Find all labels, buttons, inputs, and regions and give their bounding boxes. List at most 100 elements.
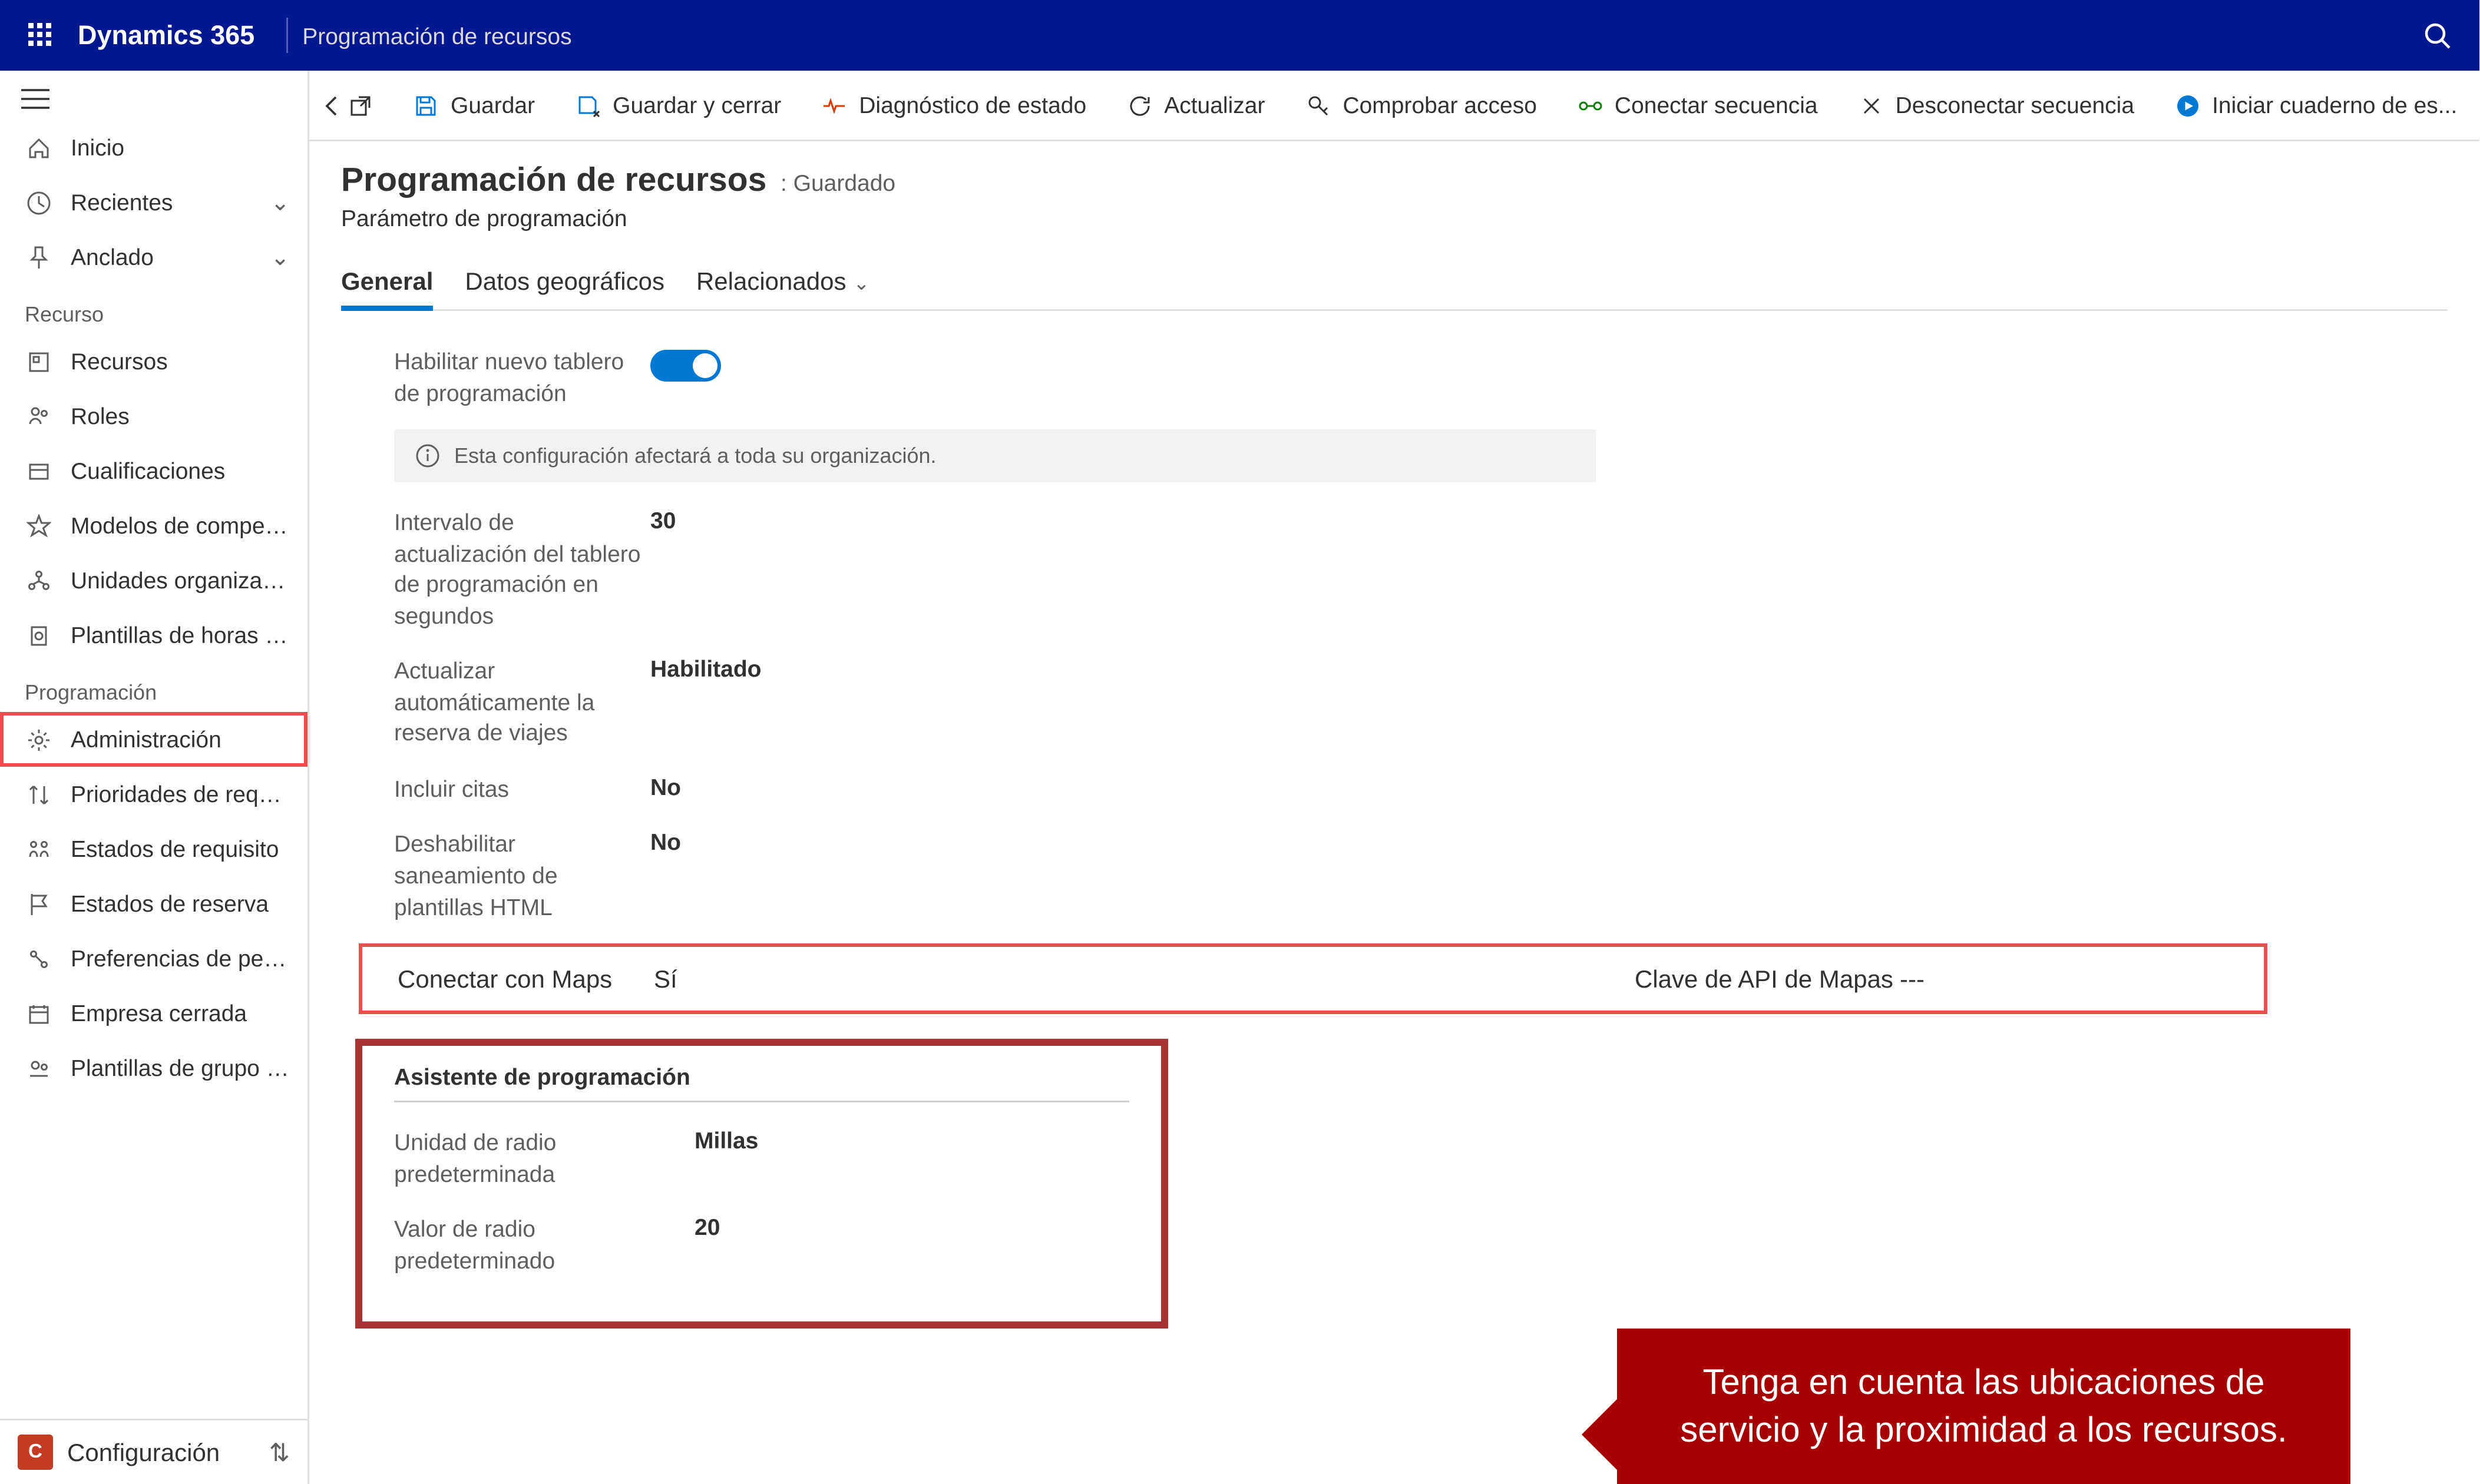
tab-bar: General Datos geográficos Relacionados ⌄ xyxy=(341,256,2448,311)
sidebar-footer[interactable]: C Configuración ⇅ xyxy=(0,1419,307,1484)
connect-maps-value[interactable]: Sí xyxy=(654,965,677,993)
nav-recent[interactable]: Recientes ⌄ xyxy=(0,175,307,230)
refresh-button[interactable]: Actualizar xyxy=(1107,77,1282,134)
nav-estados-reserva[interactable]: Estados de reserva xyxy=(0,876,307,931)
divider xyxy=(394,1101,1129,1102)
nav-label: Plantillas de grupo d... xyxy=(71,1055,290,1081)
page-status: : Guardado xyxy=(781,170,895,196)
tab-label: General xyxy=(341,267,433,295)
nav-home[interactable]: Inicio xyxy=(0,120,307,175)
field-disable-sanitize: Deshabilitar saneamiento de plantillas H… xyxy=(394,826,2448,922)
back-button[interactable] xyxy=(320,77,345,134)
tab-related[interactable]: Relacionados ⌄ xyxy=(696,256,869,309)
global-search-button[interactable] xyxy=(2423,21,2452,49)
nav-unidades[interactable]: Unidades organizativ... xyxy=(0,553,307,608)
nav-estados-requisito[interactable]: Estados de requisito xyxy=(0,822,307,876)
area-label: Configuración xyxy=(67,1438,220,1466)
open-new-window-button[interactable] xyxy=(348,77,373,134)
preferences-icon xyxy=(25,945,53,973)
connect-icon xyxy=(1576,91,1604,120)
cmd-label: Iniciar cuaderno de es... xyxy=(2212,92,2457,118)
nav-pinned[interactable]: Anclado ⌄ xyxy=(0,230,307,284)
nav-label: Prioridades de requi... xyxy=(71,781,290,807)
hamburger-icon xyxy=(21,88,49,110)
sidebar-toggle-button[interactable] xyxy=(0,78,307,120)
annotation-callout: Tenga en cuenta las ubicaciones de servi… xyxy=(1617,1329,2350,1484)
enable-new-board-toggle[interactable] xyxy=(650,350,721,382)
tab-geo[interactable]: Datos geográficos xyxy=(465,256,664,309)
nav-label: Empresa cerrada xyxy=(71,1000,290,1026)
resource-icon xyxy=(25,347,53,376)
info-banner: Esta configuración afectará a toda su or… xyxy=(394,429,1596,482)
gear-icon xyxy=(25,726,53,754)
info-text: Esta configuración afectará a toda su or… xyxy=(454,443,937,468)
group-template-icon xyxy=(25,1054,53,1082)
save-button[interactable]: Guardar xyxy=(394,77,553,134)
tab-label: Datos geográficos xyxy=(465,267,664,295)
nav-prioridades[interactable]: Prioridades de requi... xyxy=(0,767,307,822)
field-value[interactable]: Habilitado xyxy=(650,652,762,683)
section-title: Asistente de programación xyxy=(394,1064,1129,1090)
nav-home-label: Inicio xyxy=(71,134,290,161)
nav-label: Modelos de compet... xyxy=(71,512,290,539)
field-radius-value: Valor de radio predeterminado 20 xyxy=(394,1211,1129,1276)
maps-api-key-value[interactable]: --- xyxy=(1900,965,1925,993)
nav-empresa-cerrada[interactable]: Empresa cerrada xyxy=(0,986,307,1041)
nav-label: Roles xyxy=(71,403,290,429)
skill-icon xyxy=(25,457,53,485)
maps-highlight-box: Conectar con Maps Sí Clave de API de Map… xyxy=(359,943,2267,1014)
disconnect-sequence-button[interactable]: Desconectar secuencia xyxy=(1839,77,2152,134)
group-recurso: Recurso xyxy=(0,284,307,334)
home-icon xyxy=(25,134,53,162)
nav-plantillas-grupo[interactable]: Plantillas de grupo d... xyxy=(0,1041,307,1095)
star-icon xyxy=(25,512,53,540)
field-value[interactable]: 20 xyxy=(695,1211,720,1241)
nav-label: Estados de requisito xyxy=(71,836,290,862)
assistant-section: Asistente de programación Unidad de radi… xyxy=(355,1039,1168,1329)
chevron-down-icon: ⌄ xyxy=(853,274,869,295)
popout-icon xyxy=(348,93,373,118)
main-content: Guardar Guardar y cerrar Diagnóstico de … xyxy=(309,71,2480,1484)
template-icon xyxy=(25,621,53,650)
field-value[interactable]: No xyxy=(650,770,681,800)
nav-roles[interactable]: Roles xyxy=(0,389,307,443)
nav-preferencias[interactable]: Preferencias de pedi... xyxy=(0,931,307,986)
top-app-bar: Dynamics 365 Programación de recursos xyxy=(0,0,2480,71)
nav-pinned-label: Anclado xyxy=(71,244,253,270)
field-radius-unit: Unidad de radio predeterminada Millas xyxy=(394,1124,1129,1189)
field-label: Conectar con Maps xyxy=(398,965,654,993)
check-access-button[interactable]: Comprobar acceso xyxy=(1286,77,1554,134)
chevron-down-icon: ⌄ xyxy=(270,188,290,217)
nav-modelos[interactable]: Modelos de compet... xyxy=(0,498,307,553)
tab-label: Relacionados xyxy=(696,267,846,295)
field-label: Clave de API de Mapas xyxy=(1635,965,1900,993)
diagnostic-button[interactable]: Diagnóstico de estado xyxy=(802,77,1104,134)
chevron-down-icon: ⌄ xyxy=(270,243,290,271)
start-playbook-button[interactable]: Iniciar cuaderno de es... xyxy=(2155,77,2475,134)
cmd-label: Actualizar xyxy=(1164,92,1265,118)
command-bar: Guardar Guardar y cerrar Diagnóstico de … xyxy=(309,71,2480,141)
nav-plantillas-horas[interactable]: Plantillas de horas la... xyxy=(0,608,307,662)
save-close-button[interactable]: Guardar y cerrar xyxy=(556,77,799,134)
arrow-left-icon xyxy=(320,93,345,118)
tab-general[interactable]: General xyxy=(341,256,433,309)
separator xyxy=(286,18,288,53)
page-title: Programación de recursos xyxy=(341,163,766,200)
waffle-icon xyxy=(27,21,55,49)
area-avatar: C xyxy=(18,1435,53,1470)
info-icon xyxy=(415,443,440,468)
field-auto-update: Actualizar automáticamente la reserva de… xyxy=(394,652,2448,749)
field-value[interactable]: 30 xyxy=(650,504,676,534)
app-launcher-button[interactable] xyxy=(14,9,67,62)
connect-sequence-button[interactable]: Conectar secuencia xyxy=(1558,77,1836,134)
nav-cualificaciones[interactable]: Cualificaciones xyxy=(0,443,307,498)
chevron-updown-icon: ⇅ xyxy=(269,1437,290,1468)
field-value[interactable]: No xyxy=(650,826,681,856)
calendar-icon xyxy=(25,999,53,1028)
play-icon xyxy=(2173,91,2201,120)
field-label: Deshabilitar saneamiento de plantillas H… xyxy=(394,826,650,922)
nav-administracion[interactable]: Administración xyxy=(0,712,307,767)
nav-recursos[interactable]: Recursos xyxy=(0,334,307,389)
field-include-appts: Incluir citas No xyxy=(394,770,2448,805)
field-value[interactable]: Millas xyxy=(695,1124,758,1154)
